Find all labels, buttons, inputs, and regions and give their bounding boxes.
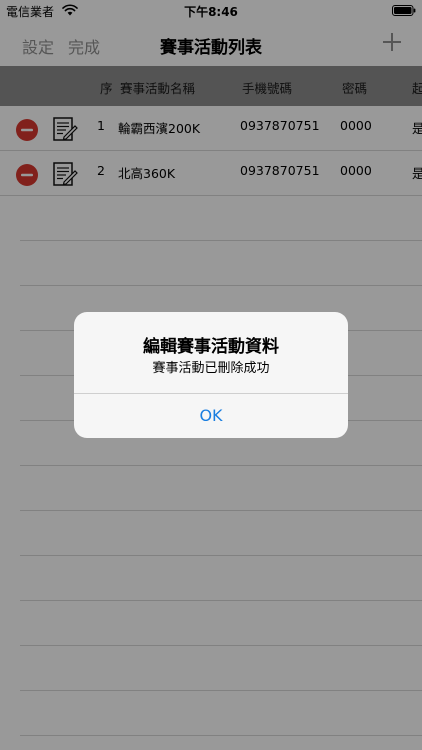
alert-title: 編輯賽事活動資料 [143, 337, 279, 357]
alert-message: 賽事活動已刪除成功 [152, 361, 270, 376]
alert-dialog: 編輯賽事活動資料 賽事活動已刪除成功 OK [74, 312, 348, 438]
app-screen: 電信業者 下午8:46 設定 完成 賽事活動列表 序 賽事活動名稱 手機號碼 密… [0, 0, 422, 750]
ok-button[interactable]: OK [74, 394, 348, 438]
